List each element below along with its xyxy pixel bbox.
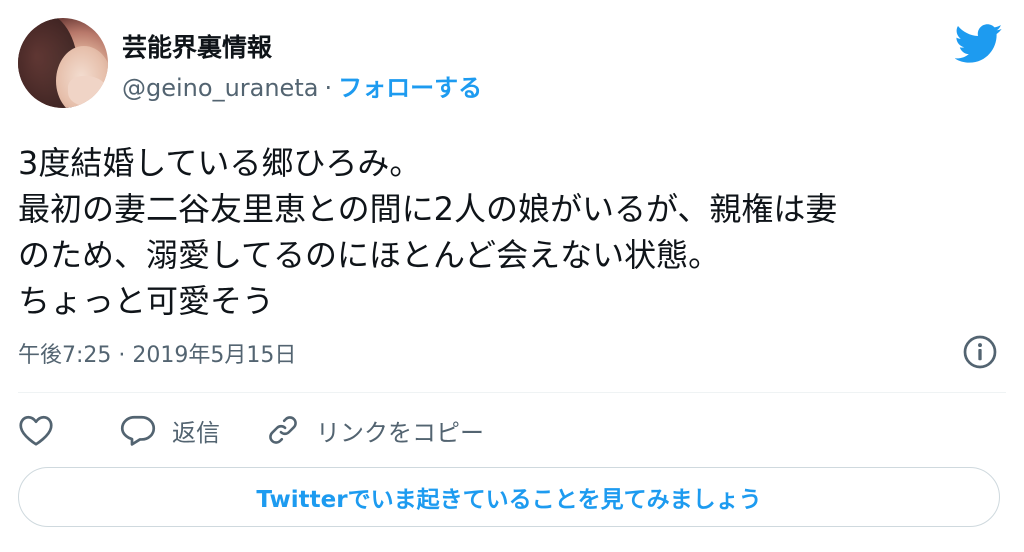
reply-button[interactable]: 返信	[120, 413, 220, 448]
reply-label: 返信	[172, 418, 220, 447]
tweet-line: ちょっと可愛そう	[18, 282, 275, 320]
author-handle[interactable]: @geino_uraneta	[122, 74, 318, 102]
action-bar: 返信 リンクをコピー	[18, 410, 484, 450]
twitter-bird-icon[interactable]	[955, 24, 1003, 64]
tweet-text: 3度結婚している郷ひろみ。 最初の妻二谷友里恵との間に2人の娘がいるが、親権は妻…	[18, 140, 1008, 324]
copy-link-button[interactable]: リンクをコピー	[266, 413, 484, 448]
tweet-timestamp[interactable]: 午後7:25 · 2019年5月15日	[18, 337, 296, 369]
tweet-line: 3度結婚している郷ひろみ。	[18, 144, 422, 182]
copy-link-label: リンクをコピー	[316, 418, 484, 447]
author-handle-row: @geino_uraneta · フォローする	[122, 68, 482, 103]
tweet-line: のため、溺愛してるのにほとんど会えない状態。	[18, 236, 721, 274]
avatar-hand	[68, 76, 108, 106]
see-whats-happening-button[interactable]: Twitterでいま起きていることを見てみましょう	[18, 467, 1000, 527]
embedded-tweet-card: 芸能界裏情報 @geino_uraneta · フォローする 3度結婚している郷ひろ…	[0, 0, 1024, 552]
tweet-line: 最初の妻二谷友里恵との間に2人の娘がいるが、親権は妻	[18, 190, 838, 228]
like-button[interactable]	[18, 413, 60, 447]
heart-icon	[19, 415, 53, 446]
speech-bubble-icon	[120, 415, 156, 446]
divider	[18, 392, 1006, 393]
follow-button[interactable]: フォローする	[338, 74, 482, 102]
author-display-name[interactable]: 芸能界裏情報	[122, 28, 272, 64]
handle-separator: ·	[324, 74, 333, 102]
link-icon	[269, 416, 297, 444]
avatar[interactable]	[18, 18, 108, 108]
info-icon[interactable]	[962, 334, 998, 370]
